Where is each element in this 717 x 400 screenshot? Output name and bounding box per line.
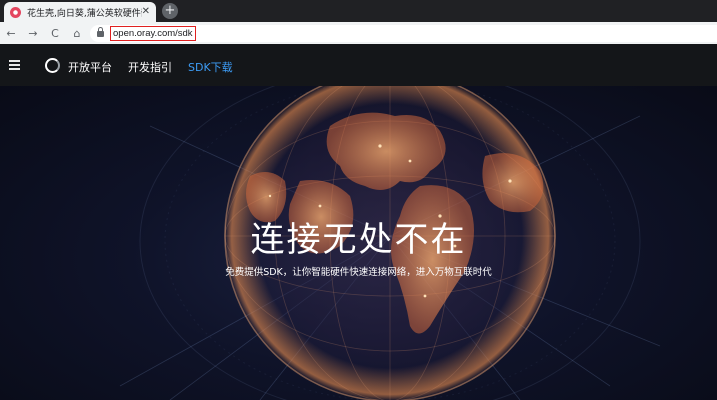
url-highlight-box: open.oray.com/sdk (110, 26, 196, 41)
logo-icon[interactable] (45, 58, 60, 73)
new-tab-button[interactable]: + (162, 3, 178, 19)
address-bar[interactable]: open.oray.com/sdk (90, 25, 717, 42)
reload-icon[interactable]: C (44, 22, 66, 44)
forward-arrow-icon[interactable]: → (22, 22, 44, 44)
nav-item-dev-guide[interactable]: 开发指引 (128, 59, 172, 75)
tab-close-icon[interactable]: ✕ (142, 7, 150, 17)
home-icon[interactable]: ⌂ (66, 22, 88, 44)
site-favicon-icon (10, 6, 21, 18)
brand-name[interactable]: 开放平台 (68, 59, 112, 75)
nav-item-sdk-download[interactable]: SDK下载 (188, 59, 233, 75)
menu-icon[interactable] (9, 60, 20, 70)
tab-title: 花生壳,向日葵,蒲公英软硬件嵌入 (27, 8, 142, 19)
hero-banner: 连接无处不在 免费提供SDK，让你智能硬件快速连接网络，进入万物互联时代 (0, 86, 717, 400)
hero-title: 连接无处不在 (250, 220, 467, 260)
browser-tab[interactable]: 花生壳,向日葵,蒲公英软硬件嵌入 ✕ (4, 2, 156, 22)
back-arrow-icon[interactable]: ← (0, 22, 22, 44)
browser-tab-strip: 花生壳,向日葵,蒲公英软硬件嵌入 ✕ + (0, 0, 717, 22)
hero-subtitle: 免费提供SDK，让你智能硬件快速连接网络，进入万物互联时代 (225, 267, 492, 278)
lock-icon (97, 26, 104, 37)
site-header: 开放平台 开发指引 SDK下载 (0, 44, 717, 86)
url-text[interactable]: open.oray.com/sdk (113, 28, 193, 39)
browser-toolbar: ← → C ⌂ open.oray.com/sdk (0, 22, 717, 44)
